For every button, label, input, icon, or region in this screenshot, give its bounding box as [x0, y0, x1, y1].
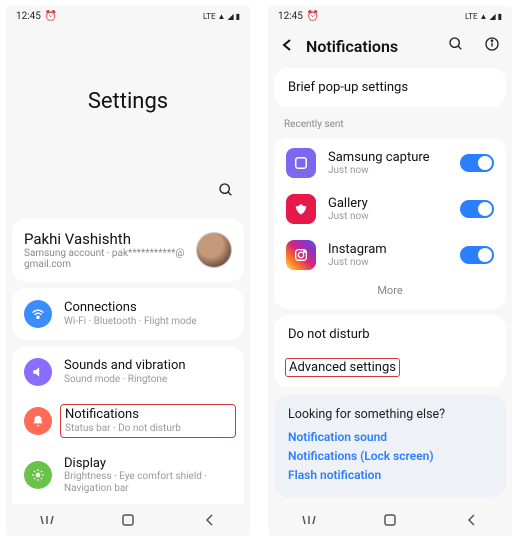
- app-name: Instagram: [328, 242, 448, 257]
- app-name: Samsung capture: [328, 150, 448, 165]
- item-title: Notifications: [65, 407, 231, 423]
- nav-bar: [268, 504, 512, 536]
- samsung-capture-icon: [286, 148, 316, 178]
- looking-for-card: Looking for something else? Notification…: [274, 395, 506, 497]
- notifications-screen: 12:45 ⏰ LTE ▲ ◢ ▮ Notifications Brief po…: [268, 6, 512, 536]
- app-name: Gallery: [328, 196, 448, 211]
- instagram-icon: [286, 240, 316, 270]
- app-sub: Just now: [328, 257, 448, 268]
- search-icon[interactable]: [448, 36, 464, 56]
- settings-screen: 12:45 ⏰ LTE ▲ ◢ ▮ Settings Pakhi Vashish…: [6, 6, 250, 536]
- bell-icon: [24, 407, 52, 435]
- item-title: Connections: [64, 300, 232, 316]
- app-row-instagram[interactable]: Instagram Just now: [274, 232, 506, 278]
- link-flash-notification[interactable]: Flash notification: [288, 468, 492, 482]
- sounds-item[interactable]: Sounds and vibration Sound mode · Ringto…: [12, 348, 244, 396]
- more-button[interactable]: More: [274, 278, 506, 307]
- item-sub: Brightness · Eye comfort shield · Naviga…: [64, 471, 232, 495]
- account-name: Pakhi Vashishth: [24, 230, 186, 248]
- back-icon[interactable]: [280, 37, 294, 56]
- notifications-item[interactable]: Notifications Status bar · Do not distur…: [12, 396, 244, 446]
- item-sub: Sound mode · Ringtone: [64, 374, 232, 386]
- item-title: Display: [64, 456, 232, 472]
- back-button[interactable]: [200, 511, 218, 529]
- avatar[interactable]: [196, 232, 232, 268]
- link-notification-sound[interactable]: Notification sound: [288, 430, 492, 444]
- link-notifications-lock-screen[interactable]: Notifications (Lock screen): [288, 449, 492, 463]
- advanced-settings-item[interactable]: Advanced settings: [274, 354, 506, 387]
- app-sub: Just now: [328, 211, 448, 222]
- toggle-switch[interactable]: [460, 200, 494, 218]
- recently-sent-label: Recently sent: [268, 113, 512, 132]
- connections-card: Connections Wi-Fi · Bluetooth · Flight m…: [12, 288, 244, 340]
- toggle-switch[interactable]: [460, 246, 494, 264]
- toggle-switch[interactable]: [460, 154, 494, 172]
- item-sub: Wi-Fi · Bluetooth · Flight mode: [64, 316, 232, 328]
- status-bar: 12:45 ⏰ LTE ▲ ◢ ▮: [268, 6, 512, 26]
- sound-icon: [24, 358, 52, 386]
- looking-title: Looking for something else?: [288, 407, 492, 422]
- sun-icon: [24, 461, 52, 489]
- settings-group-card: Sounds and vibration Sound mode · Ringto…: [12, 346, 244, 504]
- wifi-icon: [24, 300, 52, 328]
- status-indicator-icon: ⏰: [45, 11, 57, 22]
- back-button[interactable]: [462, 511, 480, 529]
- info-icon[interactable]: [484, 36, 500, 56]
- status-icons: LTE ▲ ◢ ▮: [203, 12, 240, 21]
- page-title: Settings: [6, 26, 250, 176]
- item-sub: Status bar · Do not disturb: [65, 423, 231, 435]
- status-time: 12:45: [16, 11, 41, 22]
- item-title: Sounds and vibration: [64, 358, 232, 374]
- status-icons: LTE ▲ ◢ ▮: [465, 12, 502, 21]
- recents-button[interactable]: [38, 511, 56, 529]
- recents-button[interactable]: [300, 511, 318, 529]
- status-time: 12:45: [278, 11, 303, 22]
- app-sub: Just now: [328, 165, 448, 176]
- nav-bar: [6, 504, 250, 536]
- gallery-icon: [286, 194, 316, 224]
- brief-popup-settings[interactable]: Brief pop-up settings: [274, 68, 506, 107]
- dnd-advanced-card: Do not disturb Advanced settings: [274, 315, 506, 387]
- status-indicator-icon: ⏰: [307, 11, 319, 22]
- do-not-disturb-item[interactable]: Do not disturb: [274, 315, 506, 354]
- app-row-samsung-capture[interactable]: Samsung capture Just now: [274, 140, 506, 186]
- page-title: Notifications: [306, 37, 436, 56]
- recent-apps-card: Samsung capture Just now Gallery Just no…: [274, 138, 506, 309]
- account-card[interactable]: Pakhi Vashishth Samsung account · pak***…: [12, 218, 244, 282]
- account-sub: Samsung account · pak***********@gmail.c…: [24, 248, 186, 270]
- app-row-gallery[interactable]: Gallery Just now: [274, 186, 506, 232]
- search-icon[interactable]: [218, 182, 234, 202]
- home-button[interactable]: [119, 511, 137, 529]
- display-item[interactable]: Display Brightness · Eye comfort shield …: [12, 446, 244, 504]
- home-button[interactable]: [381, 511, 399, 529]
- connections-item[interactable]: Connections Wi-Fi · Bluetooth · Flight m…: [12, 290, 244, 338]
- status-bar: 12:45 ⏰ LTE ▲ ◢ ▮: [6, 6, 250, 26]
